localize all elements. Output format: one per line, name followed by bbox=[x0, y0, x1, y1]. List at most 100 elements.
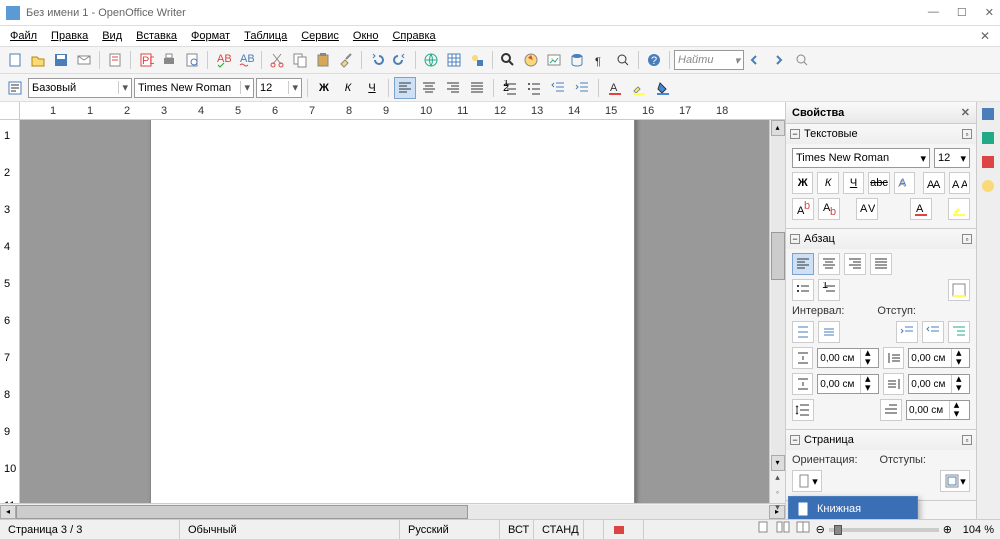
table-button[interactable] bbox=[443, 49, 465, 71]
gallery-button[interactable] bbox=[543, 49, 565, 71]
maximize-button[interactable]: ☐ bbox=[957, 6, 967, 19]
space-above-input[interactable]: ▴▾ bbox=[817, 348, 879, 368]
scroll-left-button[interactable]: ◂ bbox=[0, 505, 16, 519]
sidebar-font-combo[interactable]: Times New Roman▾ bbox=[792, 148, 930, 168]
view-multi-button[interactable] bbox=[776, 520, 792, 539]
paste-button[interactable] bbox=[312, 49, 334, 71]
find-all-button[interactable] bbox=[791, 49, 813, 71]
menu-view[interactable]: Вид bbox=[96, 28, 128, 44]
gallery-tab[interactable] bbox=[980, 154, 998, 172]
decrease-indent-button[interactable] bbox=[547, 77, 569, 99]
zoom-out-button[interactable]: ⊖ bbox=[816, 523, 825, 536]
properties-tab[interactable] bbox=[980, 106, 998, 124]
new-button[interactable] bbox=[4, 49, 26, 71]
styles-button[interactable] bbox=[4, 77, 26, 99]
sidebar-highlight-button[interactable] bbox=[948, 198, 970, 220]
help-button[interactable]: ? bbox=[643, 49, 665, 71]
hscroll-thumb[interactable] bbox=[16, 505, 468, 519]
preview-button[interactable] bbox=[181, 49, 203, 71]
zoom-in-button[interactable]: ⊕ bbox=[943, 523, 952, 536]
sidebar-bold-button[interactable]: Ж bbox=[792, 172, 813, 194]
status-insert[interactable]: ВСТ bbox=[500, 520, 534, 539]
font-size-combo[interactable]: 12▾ bbox=[256, 78, 302, 98]
sidebar-super-button[interactable]: Ab bbox=[792, 198, 814, 220]
sidebar-sub-button[interactable]: Ab bbox=[818, 198, 840, 220]
prev-page-button[interactable]: ▴ bbox=[771, 472, 785, 486]
bold-button[interactable]: Ж bbox=[313, 77, 335, 99]
orientation-portrait[interactable]: Книжная bbox=[789, 497, 917, 519]
scroll-down-button[interactable]: ▾ bbox=[771, 455, 785, 471]
menu-window[interactable]: Окно bbox=[347, 28, 385, 44]
bg-color-button[interactable] bbox=[652, 77, 674, 99]
menu-edit[interactable]: Правка bbox=[45, 28, 94, 44]
nonprinting-button[interactable]: ¶ bbox=[589, 49, 611, 71]
underline-button[interactable]: Ч bbox=[361, 77, 383, 99]
para-align-left[interactable] bbox=[792, 253, 814, 275]
margins-button[interactable]: ▾ bbox=[940, 470, 970, 492]
undo-button[interactable] bbox=[366, 49, 388, 71]
autospell-button[interactable]: AB bbox=[235, 49, 257, 71]
minimize-button[interactable]: — bbox=[928, 6, 939, 19]
vertical-ruler[interactable]: 1234567891011121314 bbox=[0, 120, 20, 503]
status-selection[interactable]: СТАНД bbox=[534, 520, 584, 539]
more-options-icon[interactable]: ▫ bbox=[962, 435, 972, 445]
para-align-right[interactable] bbox=[844, 253, 866, 275]
zoom-slider[interactable] bbox=[829, 528, 939, 532]
horizontal-scrollbar[interactable]: ◂ ▸ bbox=[0, 503, 785, 519]
redo-button[interactable] bbox=[389, 49, 411, 71]
font-name-combo[interactable]: Times New Roman▾ bbox=[134, 78, 254, 98]
para-align-center[interactable] bbox=[818, 253, 840, 275]
menu-table[interactable]: Таблица bbox=[238, 28, 293, 44]
align-right-button[interactable] bbox=[442, 77, 464, 99]
close-button[interactable]: ✕ bbox=[985, 6, 994, 19]
sidebar-strike-button[interactable]: abc bbox=[868, 172, 889, 194]
italic-button[interactable]: К bbox=[337, 77, 359, 99]
sidebar-size-combo[interactable]: 12▾ bbox=[934, 148, 970, 168]
menu-insert[interactable]: Вставка bbox=[130, 28, 183, 44]
sidebar-grow-font-button[interactable]: AA bbox=[923, 172, 944, 194]
print-button[interactable] bbox=[158, 49, 180, 71]
more-options-icon[interactable]: ▫ bbox=[962, 234, 972, 244]
sidebar-shadow-button[interactable]: AA bbox=[894, 172, 915, 194]
space-below-input[interactable]: ▴▾ bbox=[817, 374, 879, 394]
firstline-indent-input[interactable]: ▴▾ bbox=[906, 400, 970, 420]
find-prev-button[interactable] bbox=[745, 49, 767, 71]
hyperlink-button[interactable] bbox=[420, 49, 442, 71]
sidebar-spacing-button[interactable]: AV bbox=[856, 198, 878, 220]
menu-help[interactable]: Справка bbox=[386, 28, 441, 44]
spacing-inc-button[interactable] bbox=[792, 321, 814, 343]
align-center-button[interactable] bbox=[418, 77, 440, 99]
nav-button[interactable]: ◦ bbox=[771, 487, 785, 501]
edit-doc-button[interactable] bbox=[104, 49, 126, 71]
doc-close-button[interactable]: ✕ bbox=[974, 27, 996, 45]
menu-file[interactable]: Файл bbox=[4, 28, 43, 44]
page-section-header[interactable]: − Страница ▫ bbox=[786, 430, 976, 450]
numbered-list-button[interactable]: 12 bbox=[499, 77, 521, 99]
find-next-button[interactable] bbox=[768, 49, 790, 71]
styles-tab[interactable] bbox=[980, 130, 998, 148]
highlight-button[interactable] bbox=[628, 77, 650, 99]
status-language[interactable]: Русский bbox=[400, 520, 500, 539]
status-page[interactable]: Страница 3 / 3 bbox=[0, 520, 180, 539]
scroll-up-button[interactable]: ▴ bbox=[771, 120, 785, 136]
align-justify-button[interactable] bbox=[466, 77, 488, 99]
para-numbers[interactable]: 1 bbox=[818, 279, 840, 301]
para-style-combo[interactable]: Базовый▾ bbox=[28, 78, 132, 98]
zoom-button[interactable] bbox=[612, 49, 634, 71]
zoom-value[interactable]: 104 % bbox=[956, 524, 994, 536]
menu-tools[interactable]: Сервис bbox=[295, 28, 345, 44]
sidebar-shrink-font-button[interactable]: AA bbox=[949, 172, 970, 194]
font-color-button[interactable]: A bbox=[604, 77, 626, 99]
vscroll-thumb[interactable] bbox=[771, 232, 785, 280]
copy-button[interactable] bbox=[289, 49, 311, 71]
para-bullets[interactable] bbox=[792, 279, 814, 301]
vertical-scrollbar[interactable]: ▴ ▾ ▴ ◦ ▾ bbox=[769, 120, 785, 503]
pdf-button[interactable]: PDF bbox=[135, 49, 157, 71]
para-align-justify[interactable] bbox=[870, 253, 892, 275]
email-button[interactable] bbox=[73, 49, 95, 71]
horizontal-ruler[interactable]: 1123456789101112131415161718 bbox=[0, 102, 785, 120]
document-canvas[interactable] bbox=[20, 120, 785, 503]
sidebar-underline-button[interactable]: Ч bbox=[843, 172, 864, 194]
status-pagestyle[interactable]: Обычный bbox=[180, 520, 400, 539]
sidebar-italic-button[interactable]: К bbox=[817, 172, 838, 194]
